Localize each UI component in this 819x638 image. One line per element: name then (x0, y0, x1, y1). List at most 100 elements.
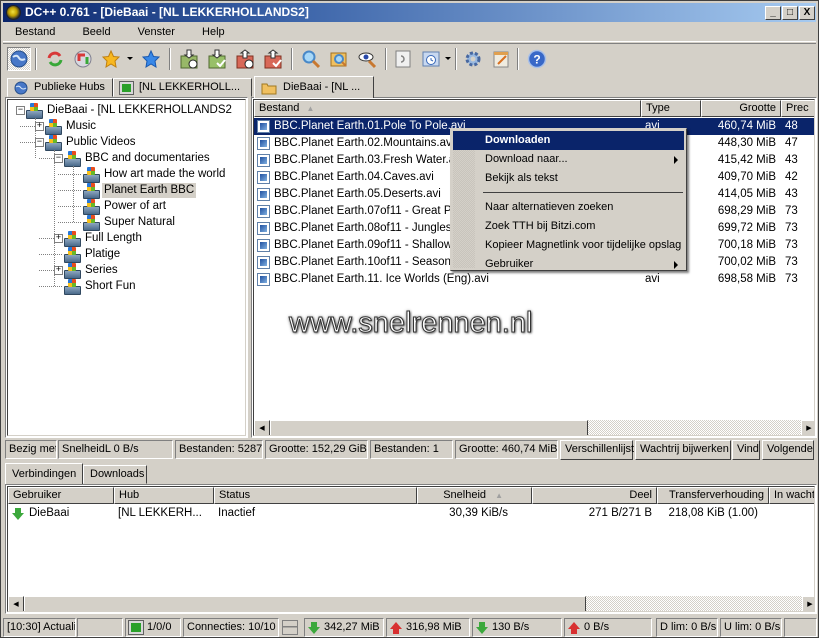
tree-node[interactable]: Power of art (81, 198, 168, 215)
transfers-list[interactable]: Gebruiker Hub Status Snelheid ▲ Deel Tra… (5, 484, 817, 614)
menu-beeld[interactable]: Beeld (70, 23, 122, 41)
transfers-horizontal-scrollbar[interactable]: ◀ ▶ (8, 596, 814, 611)
update-queue-button[interactable]: Wachtrij bijwerken (635, 440, 731, 460)
scroll-right-button[interactable]: ▶ (802, 596, 814, 611)
tree-node[interactable]: Short Fun (62, 278, 138, 295)
collapse-icon[interactable]: − (16, 106, 25, 115)
context-menu-item[interactable]: Zoek TTH bij Bitzi.com (453, 217, 684, 236)
transfer-row[interactable]: DieBaai [NL LEKKERH... Inactief 30,39 Ki… (8, 505, 814, 522)
file-list-horizontal-scrollbar[interactable]: ◀ ▶ (254, 420, 814, 435)
collapse-icon[interactable]: − (35, 138, 44, 147)
scroll-left-button[interactable]: ◀ (8, 596, 24, 611)
upload-queue-icon (236, 49, 254, 69)
public-hubs-button[interactable] (7, 47, 31, 71)
collapse-icon[interactable]: − (54, 154, 63, 163)
open-file-list-button[interactable] (391, 47, 415, 71)
column-header-type[interactable]: Type (641, 100, 701, 117)
tree-node[interactable]: Series (62, 262, 120, 279)
slots-spinner[interactable] (282, 620, 298, 635)
resize-grip[interactable] (784, 618, 817, 637)
close-button[interactable]: X (799, 6, 815, 20)
help-button[interactable]: ? (525, 47, 549, 71)
directory-tree[interactable]: DieBaai - [NL LEKKERHOLLANDS2 − Music + Publ… (5, 97, 248, 438)
transfer-speed: 30,39 KiB/s (449, 507, 508, 519)
column-header-transferverhouding[interactable]: Transferverhouding (657, 487, 769, 504)
file-exact: 73 (785, 273, 798, 285)
tree-connector (58, 222, 81, 223)
column-header-status[interactable]: Status (214, 487, 417, 504)
tree-node[interactable]: Full Length (62, 230, 144, 247)
context-menu-item[interactable]: Kopieer Magnetlink voor tijdelijke opsla… (453, 236, 684, 255)
tree-node[interactable]: How art made the world (81, 166, 227, 183)
app-icon[interactable] (6, 5, 21, 20)
recent-hubs-button[interactable] (419, 47, 443, 71)
expand-icon[interactable]: + (54, 266, 63, 275)
context-menu-item[interactable]: Naar alternatieven zoeken (453, 198, 684, 217)
search-button[interactable] (299, 47, 323, 71)
next-button[interactable]: Volgende (762, 440, 814, 460)
menu-venster[interactable]: Venster (126, 23, 187, 41)
maximize-button[interactable]: □ (782, 6, 798, 20)
tree-node[interactable]: BBC and documentaries (62, 150, 212, 167)
tab-file-list[interactable]: DieBaai - [NL ... (254, 76, 374, 98)
settings-button[interactable] (461, 47, 485, 71)
menu-item-label: Download naar... (485, 153, 568, 165)
context-menu-item[interactable]: Download naar... (453, 150, 684, 169)
tree-node[interactable]: Music (43, 118, 98, 135)
context-menu-item[interactable]: Bekijk als tekst (453, 169, 684, 188)
file-list-status-bar: Bezig met SnelheidL 0 B/s Bestanden: 528… (1, 440, 819, 460)
finished-uploads-button[interactable] (261, 47, 285, 71)
context-menu-item[interactable]: Gebruiker (453, 255, 684, 274)
match-queue-button[interactable]: Verschillenlijst (560, 440, 634, 460)
find-button[interactable]: Vind (732, 440, 760, 460)
tree-node[interactable]: Planet Earth BBC (81, 182, 197, 199)
column-header-precies[interactable]: Prec (781, 100, 814, 117)
column-header-gebruiker[interactable]: Gebruiker (8, 487, 114, 504)
favorite-hubs-dropdown-icon[interactable] (127, 57, 133, 60)
column-header-hub[interactable]: Hub (114, 487, 214, 504)
follow-redirect-button[interactable] (71, 47, 95, 71)
context-menu-item[interactable]: Downloaden (453, 131, 684, 150)
tab-downloads[interactable]: Downloads (83, 465, 147, 484)
expand-icon[interactable]: + (54, 234, 63, 243)
finished-downloads-button[interactable] (205, 47, 229, 71)
column-header-snelheid[interactable]: Snelheid ▲ (417, 487, 532, 504)
scroll-track[interactable] (586, 596, 802, 611)
title-bar[interactable]: DC++ 0.761 - [DieBaai - [NL LEKKERHOLLAN… (3, 3, 816, 22)
tree-node[interactable]: Super Natural (81, 214, 177, 231)
search-spy-button[interactable] (355, 47, 379, 71)
column-header-deel[interactable]: Deel (532, 487, 657, 504)
share-folder-icon (24, 102, 43, 119)
column-header-bestand[interactable]: Bestand ▲ (254, 100, 641, 117)
menu-help[interactable]: Help (190, 23, 237, 41)
adl-search-button[interactable] (327, 47, 351, 71)
tab-verbindingen[interactable]: Verbindingen (5, 463, 83, 484)
column-header-in-wacht[interactable]: In wacht (769, 487, 814, 504)
transfer-hub: [NL LEKKERH... (118, 507, 202, 519)
expand-icon[interactable]: + (35, 122, 44, 131)
notepad-button[interactable] (489, 47, 513, 71)
tree-node[interactable]: Public Videos (43, 134, 137, 151)
menu-bestand[interactable]: Bestand (3, 23, 67, 41)
tab-public-hubs[interactable]: Publieke Hubs (7, 78, 113, 97)
video-file-icon (257, 205, 270, 218)
upload-speed-status: 0 B/s (564, 618, 652, 637)
tab-hub[interactable]: [NL LEKKERHOLL... (113, 78, 252, 97)
scroll-left-button[interactable]: ◀ (254, 420, 270, 435)
upload-queue-button[interactable] (233, 47, 257, 71)
upload-speed-value: 0 B/s (584, 621, 610, 633)
tree-node[interactable]: Platige (62, 246, 122, 263)
favorite-hubs-button[interactable] (99, 47, 123, 71)
tree-node[interactable]: DieBaai - [NL LEKKERHOLLANDS2 (24, 102, 234, 119)
share-folder-icon (62, 230, 81, 247)
download-queue-button[interactable] (177, 47, 201, 71)
column-header-grootte[interactable]: Grootte (701, 100, 781, 117)
scroll-thumb[interactable] (24, 596, 586, 611)
minimize-button[interactable]: _ (765, 6, 781, 20)
reconnect-button[interactable] (43, 47, 67, 71)
recent-dropdown-icon[interactable] (445, 57, 451, 60)
scroll-right-button[interactable]: ▶ (801, 420, 814, 435)
scroll-thumb[interactable] (270, 420, 588, 435)
upload-arrow-icon (390, 621, 402, 634)
favorite-users-button[interactable] (139, 47, 163, 71)
